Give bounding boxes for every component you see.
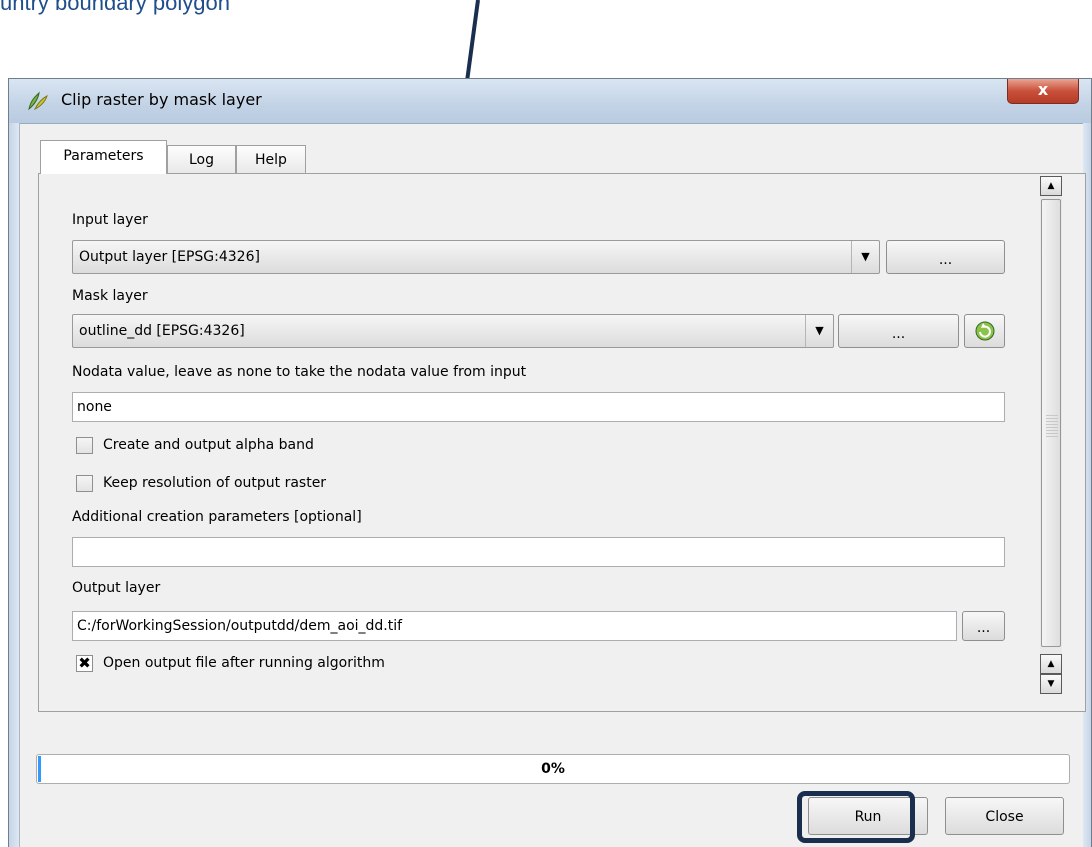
iterate-over-layer-button[interactable]: [964, 314, 1005, 348]
tab-help-label: Help: [255, 152, 287, 168]
vertical-scrollbar[interactable]: ▲ ▲ ▼: [1040, 176, 1062, 694]
grip-icon: [1046, 415, 1058, 439]
output-layer-input[interactable]: C:/forWorkingSession/outputdd/dem_aoi_dd…: [72, 611, 957, 641]
output-layer-browse-button[interactable]: ...: [962, 611, 1005, 641]
mask-layer-value: outline_dd [EPSG:4326]: [79, 323, 245, 339]
open-output-checkbox[interactable]: ✖: [76, 655, 93, 672]
run-button[interactable]: Run: [808, 797, 928, 835]
keep-resolution-label: Keep resolution of output raster: [103, 475, 327, 491]
progress-label: 0%: [541, 761, 565, 777]
input-layer-browse-button[interactable]: ...: [886, 240, 1005, 274]
keep-resolution-checkbox[interactable]: [76, 475, 93, 492]
input-layer-label: Input layer: [72, 212, 148, 228]
tab-parameters[interactable]: Parameters: [40, 140, 167, 174]
creation-params-label: Additional creation parameters [optional…: [72, 509, 362, 525]
tab-log-label: Log: [188, 152, 214, 168]
tab-parameters-label: Parameters: [63, 148, 144, 164]
close-icon: x: [1037, 80, 1049, 99]
mask-layer-select[interactable]: outline_dd [EPSG:4326] ▼: [72, 314, 834, 348]
progress-bar: 0%: [36, 754, 1070, 784]
window-left-frame: [9, 123, 20, 847]
mask-layer-browse-button[interactable]: ...: [838, 314, 959, 348]
input-layer-value: Output layer [EPSG:4326]: [79, 249, 260, 265]
refresh-icon: [975, 321, 994, 341]
open-output-label: Open output file after running algorithm: [103, 655, 385, 671]
tab-help[interactable]: Help: [236, 145, 306, 173]
qgis-leaf-icon: [28, 91, 48, 111]
alpha-band-checkbox[interactable]: [76, 437, 93, 454]
input-layer-select[interactable]: Output layer [EPSG:4326] ▼: [72, 240, 880, 274]
nodata-label: Nodata value, leave as none to take the …: [72, 364, 527, 380]
scroll-down-icon[interactable]: ▼: [1040, 674, 1062, 694]
close-button[interactable]: Close: [945, 797, 1064, 835]
chevron-down-icon[interactable]: ▼: [805, 315, 833, 347]
title-bar[interactable]: Clip raster by mask layer x: [9, 79, 1091, 124]
mask-layer-label: Mask layer: [72, 288, 148, 304]
tab-log[interactable]: Log: [167, 145, 236, 173]
output-layer-label: Output layer: [72, 580, 161, 596]
scroll-up-icon[interactable]: ▲: [1040, 176, 1062, 196]
nodata-input[interactable]: none: [72, 392, 1005, 422]
clip-raster-dialog: Clip raster by mask layer x Parameters L…: [8, 78, 1092, 847]
creation-params-input[interactable]: [72, 537, 1005, 567]
alpha-band-label: Create and output alpha band: [103, 437, 314, 453]
window-close-button[interactable]: x: [1007, 79, 1079, 104]
chevron-down-icon[interactable]: ▼: [851, 241, 879, 273]
scroll-up-icon[interactable]: ▲: [1040, 654, 1062, 674]
checkmark-icon: ✖: [78, 654, 91, 672]
scrollbar-thumb[interactable]: [1041, 199, 1061, 647]
window-title: Clip raster by mask layer: [61, 90, 262, 109]
